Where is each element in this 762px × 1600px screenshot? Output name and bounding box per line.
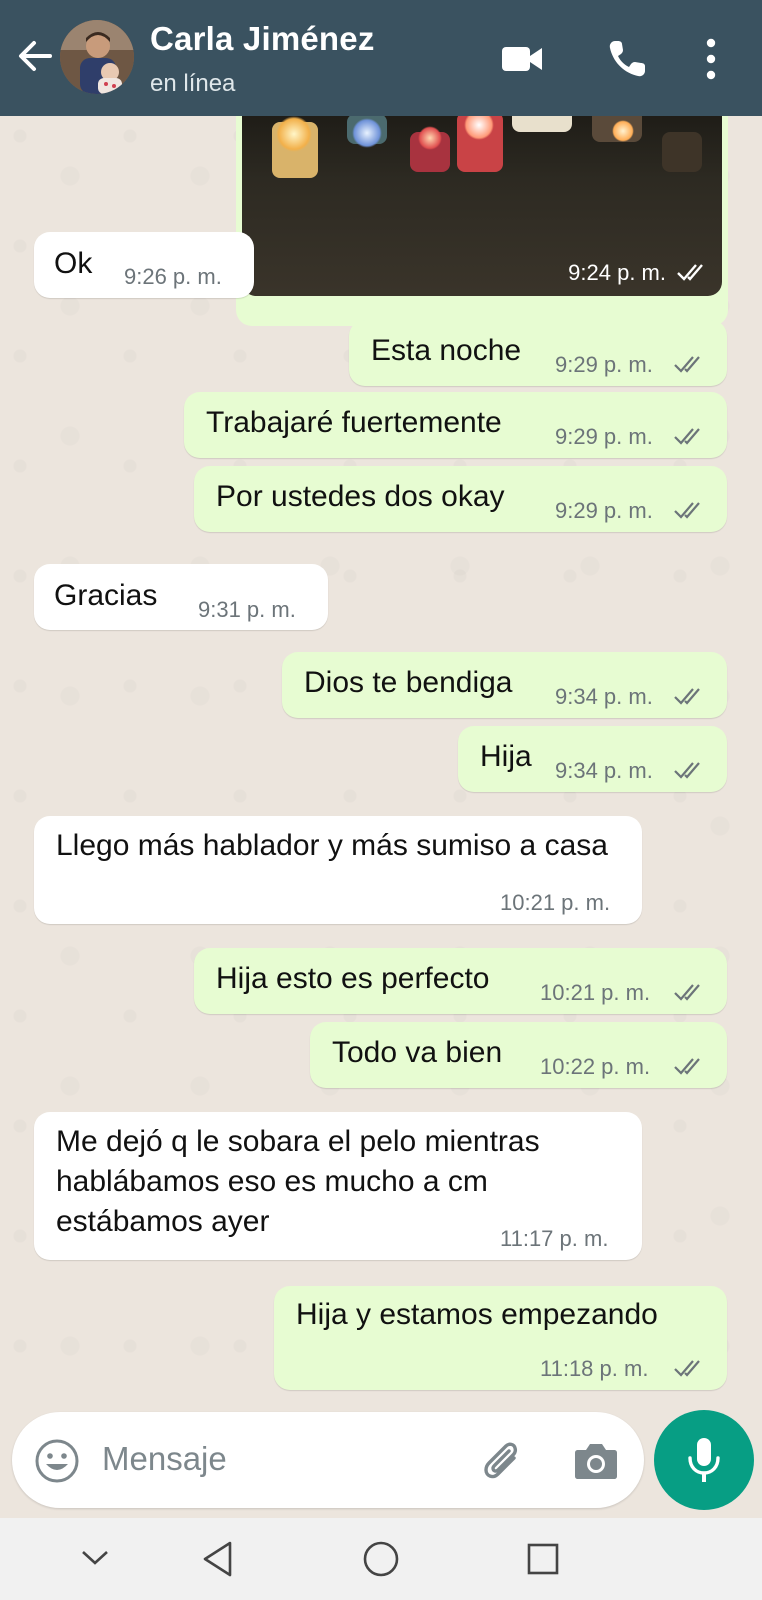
chat-area[interactable]: 9:24 p. m. Ok 9:26 p. m. Esta noche 9:29… (0, 116, 762, 1404)
message-outgoing[interactable]: Trabajaré fuertemente 9:29 p. m. (184, 392, 727, 458)
message-time: 10:21 p. m. (500, 890, 611, 915)
double-check-icon (674, 356, 700, 373)
message-text: Hija y estamos empezando (296, 1298, 658, 1331)
image-thumbnail[interactable]: 9:24 p. m. (242, 116, 722, 296)
message-text: Gracias (54, 579, 158, 612)
double-check-icon (674, 1058, 700, 1075)
chevron-down-icon[interactable] (80, 1548, 110, 1568)
message-text: Hija esto es perfecto (216, 962, 490, 995)
message-time: 10:22 p. m. (540, 1054, 651, 1079)
microphone-button[interactable] (654, 1410, 754, 1510)
message-time: 10:21 p. m. (540, 980, 651, 1005)
recents-square-icon[interactable] (526, 1542, 560, 1576)
message-time: 9:34 p. m. (555, 758, 653, 783)
double-check-icon (677, 264, 703, 281)
message-text: Por ustedes dos okay (216, 480, 505, 513)
double-check-icon (674, 502, 700, 519)
double-check-icon (674, 984, 700, 1001)
chat-header: Carla Jiménez en línea (0, 0, 762, 116)
message-outgoing[interactable]: Dios te bendiga 9:34 p. m. (282, 652, 727, 718)
arrow-left-icon[interactable] (14, 36, 54, 76)
message-outgoing[interactable]: Por ustedes dos okay 9:29 p. m. (194, 466, 727, 532)
double-check-icon (674, 762, 700, 779)
back-triangle-icon[interactable] (200, 1540, 236, 1578)
message-time: 9:29 p. m. (555, 498, 653, 523)
message-time: 9:26 p. m. (124, 264, 222, 289)
phone-icon[interactable] (604, 36, 650, 82)
microphone-icon (688, 1438, 720, 1482)
message-text: Esta noche (371, 334, 522, 367)
message-incoming[interactable]: Llego más hablador y más sumiso a casa 1… (34, 816, 642, 924)
message-incoming[interactable]: Gracias 9:31 p. m. (34, 564, 328, 630)
message-text: Todo va bien (332, 1036, 503, 1069)
double-check-icon (674, 428, 700, 445)
message-composer[interactable]: Mensaje (12, 1412, 644, 1508)
double-check-icon (674, 688, 700, 705)
message-outgoing[interactable]: Esta noche 9:29 p. m. (349, 320, 727, 386)
message-input[interactable]: Mensaje (102, 1440, 227, 1478)
video-camera-icon[interactable] (500, 36, 546, 82)
more-vertical-icon[interactable] (696, 36, 726, 82)
message-text: Me dejó q le sobara el pelo mientras hab… (56, 1125, 540, 1238)
message-text: Ok (54, 247, 93, 280)
paperclip-icon[interactable] (478, 1436, 526, 1484)
home-circle-icon[interactable] (362, 1540, 400, 1578)
message-time: 9:29 p. m. (555, 424, 653, 449)
emoji-icon[interactable] (34, 1438, 80, 1484)
message-incoming[interactable]: Ok 9:26 p. m. (34, 232, 254, 298)
avatar[interactable] (60, 20, 134, 94)
message-outgoing[interactable]: Todo va bien 10:22 p. m. (310, 1022, 727, 1088)
message-time: 9:29 p. m. (555, 352, 653, 377)
system-navigation-bar (0, 1518, 762, 1600)
message-outgoing[interactable]: Hija y estamos empezando 11:18 p. m. (274, 1286, 727, 1390)
message-time: 11:18 p. m. (540, 1356, 649, 1381)
contact-name[interactable]: Carla Jiménez (150, 20, 375, 58)
message-text: Trabajaré fuertemente (206, 406, 502, 439)
camera-icon[interactable] (572, 1438, 620, 1482)
message-text: Hija (480, 740, 532, 773)
message-text: Llego más hablador y más sumiso a casa (56, 829, 608, 862)
image-message[interactable]: 9:24 p. m. (236, 116, 728, 326)
message-outgoing[interactable]: Hija esto es perfecto 10:21 p. m. (194, 948, 727, 1014)
message-time: 11:17 p. m. (500, 1226, 609, 1251)
message-incoming[interactable]: Me dejó q le sobara el pelo mientras hab… (34, 1112, 642, 1260)
contact-status: en línea (150, 70, 236, 97)
double-check-icon (674, 1360, 700, 1377)
message-time: 9:31 p. m. (198, 597, 296, 622)
message-time: 9:34 p. m. (555, 684, 653, 709)
message-text: Dios te bendiga (304, 666, 513, 699)
message-outgoing[interactable]: Hija 9:34 p. m. (458, 726, 727, 792)
message-time: 9:24 p. m. (568, 260, 666, 285)
